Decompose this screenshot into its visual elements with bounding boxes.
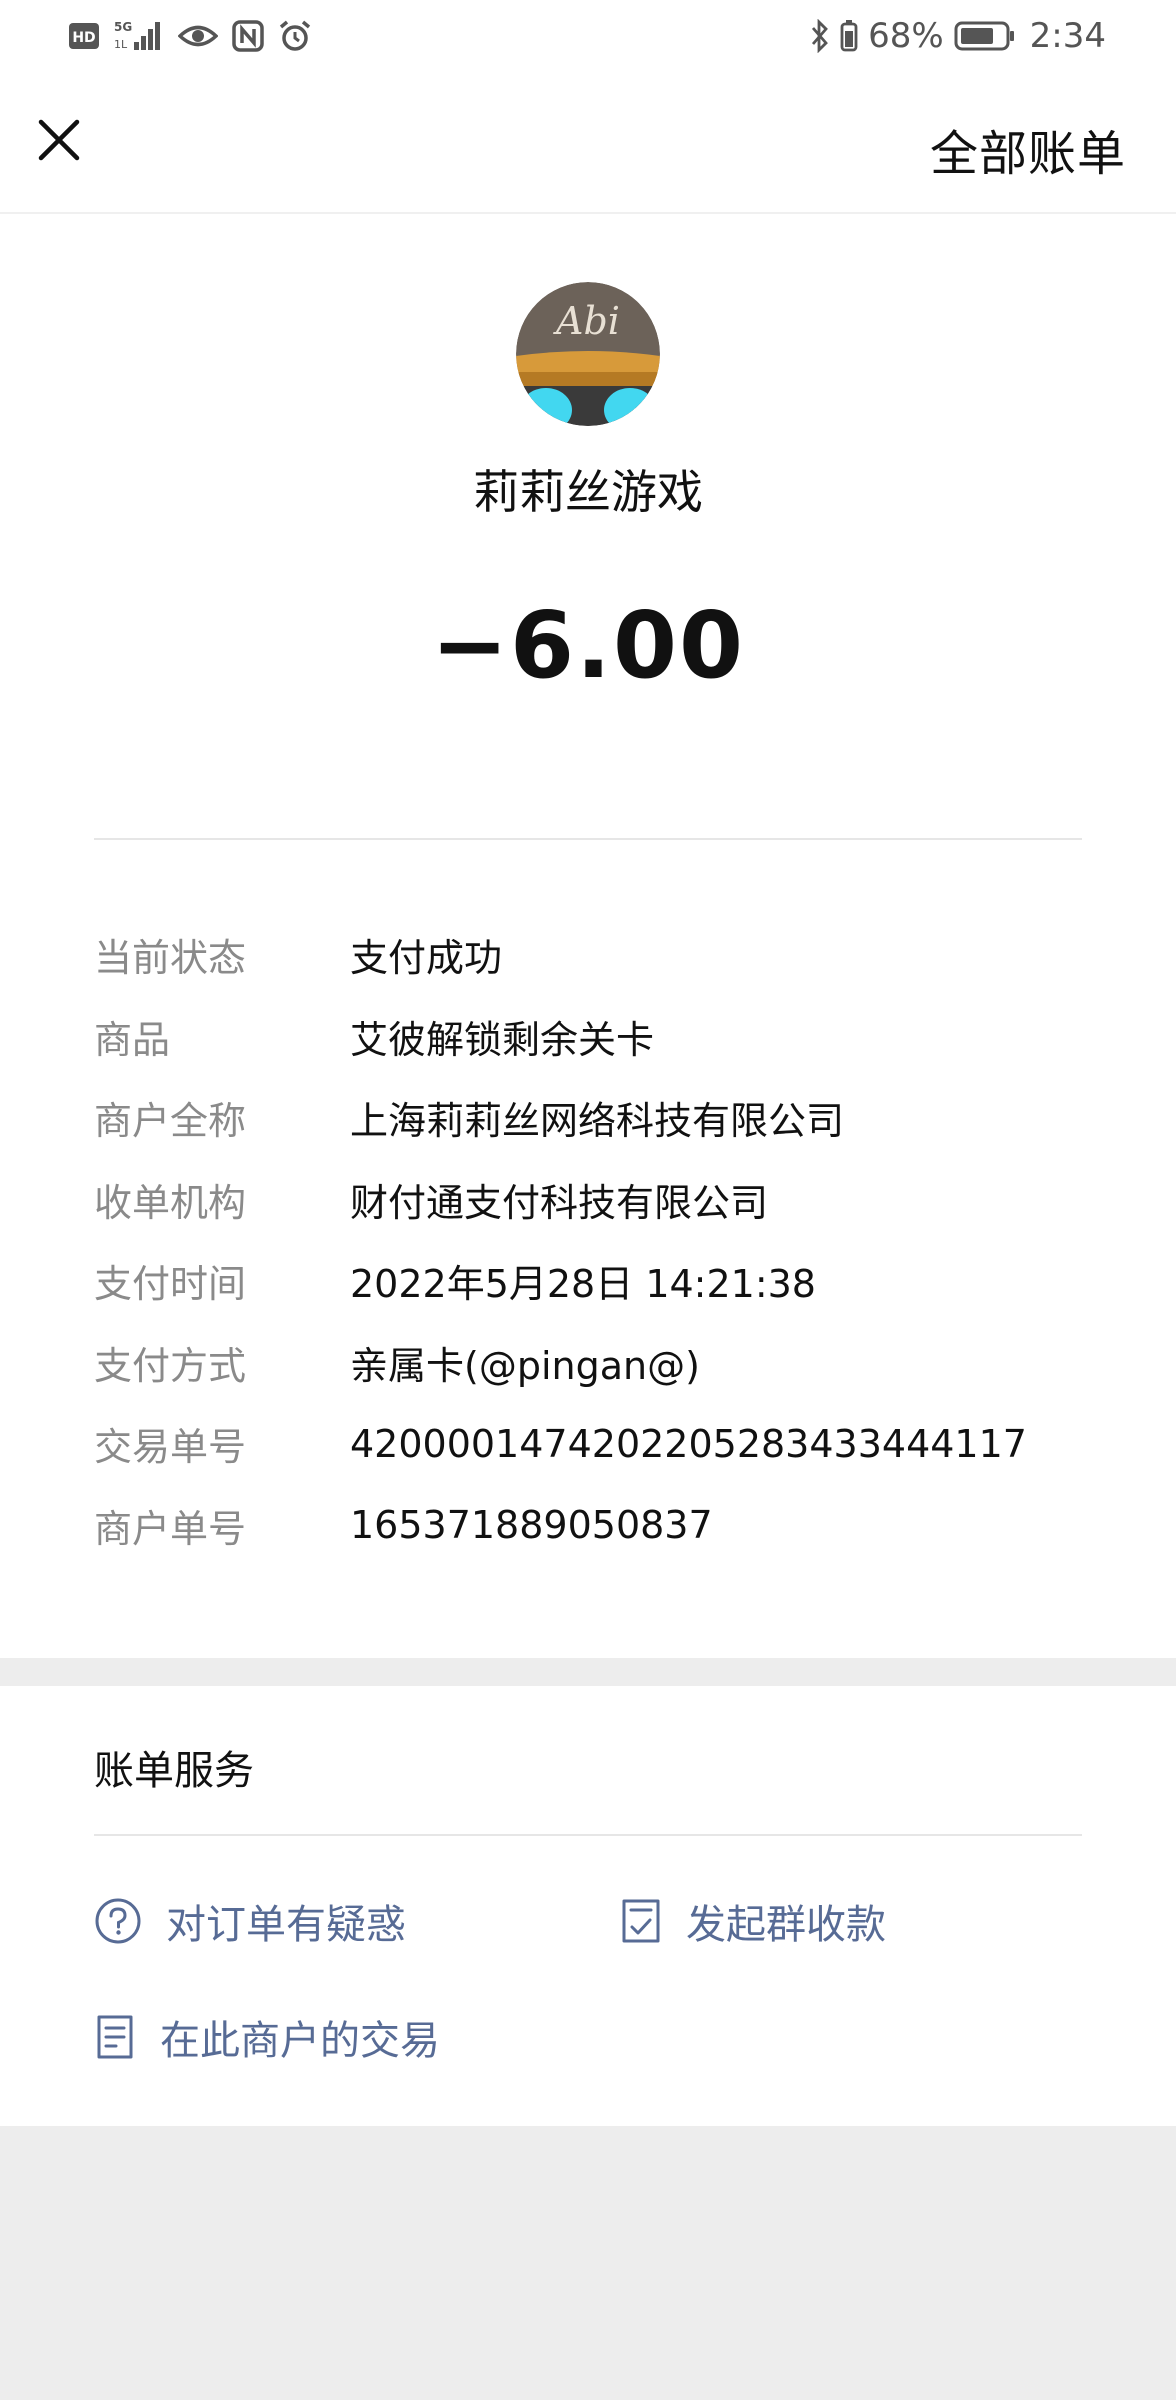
detail-row-payment-time: 支付时间 2022年5月28日 14:21:38 [94, 1240, 1094, 1322]
detail-value[interactable]: 4200001474202205283433444117 [350, 1422, 1027, 1466]
all-bills-link[interactable]: 全部账单 [930, 114, 1126, 184]
document-icon [97, 2015, 133, 2059]
detail-value: 上海莉莉丝网络科技有限公司 [350, 1099, 845, 1144]
svg-text:5G: 5G [114, 20, 132, 34]
status-left-icons: HD 5G 1L [68, 14, 312, 58]
question-circle-icon [95, 1898, 141, 1944]
detail-row-payment-method: 支付方式 亲属卡(@pingan@) [94, 1322, 1094, 1404]
clock-time: 2:34 [1029, 16, 1106, 56]
detail-key: 交易单号 [94, 1425, 247, 1470]
divider [94, 838, 1082, 840]
detail-row-transaction-id: 交易单号 4200001474202205283433444117 [94, 1403, 1094, 1485]
detail-row-acquirer: 收单机构 财付通支付科技有限公司 [94, 1159, 1094, 1241]
detail-value: 亲属卡(@pingan@) [350, 1343, 700, 1388]
battery-saver-icon [840, 19, 858, 53]
detail-value: 财付通支付科技有限公司 [350, 1180, 769, 1225]
order-question-label: 对订单有疑惑 [166, 1902, 406, 1948]
close-button[interactable] [32, 113, 86, 167]
detail-row-status: 当前状态 支付成功 [94, 914, 1094, 996]
group-collection-button[interactable]: 发起群收款 [620, 1892, 886, 1950]
detail-value: 2022年5月28日 14:21:38 [350, 1262, 816, 1307]
close-icon [38, 119, 80, 161]
detail-key: 商户全称 [94, 1099, 247, 1144]
detail-row-product: 商品 艾彼解锁剩余关卡 [94, 996, 1094, 1078]
svg-text:1L: 1L [114, 38, 128, 51]
divider [94, 1834, 1082, 1836]
detail-key: 商品 [94, 1017, 171, 1062]
bluetooth-icon [810, 19, 830, 53]
detail-value: 支付成功 [350, 936, 503, 981]
bill-services-title: 账单服务 [94, 1748, 254, 1794]
status-bar: HD 5G 1L 68% 2:34 [0, 0, 1176, 78]
status-right-icons: 68% 2:34 [810, 14, 1106, 58]
detail-row-merchant-order-id: 商户单号 165371889050837 [94, 1485, 1094, 1567]
detail-value[interactable]: 165371889050837 [350, 1503, 713, 1547]
merchant-name: 莉莉丝游戏 [473, 465, 703, 519]
merchant-transactions-label: 在此商户的交易 [160, 2018, 440, 2064]
signal-5g-icon: 5G 1L [114, 18, 164, 54]
detail-key: 支付方式 [94, 1343, 247, 1388]
detail-key: 支付时间 [94, 1262, 247, 1307]
detail-row-merchant-full-name: 商户全称 上海莉莉丝网络科技有限公司 [94, 1077, 1094, 1159]
detail-list: 当前状态 支付成功 商品 艾彼解锁剩余关卡 商户全称 上海莉莉丝网络科技有限公司… [94, 914, 1094, 1566]
detail-key: 收单机构 [94, 1180, 247, 1225]
group-collection-label: 发起群收款 [686, 1902, 886, 1948]
order-question-button[interactable]: 对订单有疑惑 [94, 1892, 406, 1950]
checklist-icon [622, 1899, 660, 1943]
top-nav-bar: 全部账单 [0, 78, 1176, 214]
avatar-logo-text: Abi [553, 299, 620, 343]
detail-key: 商户单号 [94, 1506, 247, 1551]
battery-percentage: 68% [868, 16, 944, 56]
transaction-detail-card: Abi 莉莉丝游戏 −6.00 当前状态 支付成功 商品 艾彼解锁剩余关卡 商户… [0, 214, 1176, 1658]
transaction-amount: −6.00 [430, 592, 746, 699]
merchant-transactions-button[interactable]: 在此商户的交易 [94, 2008, 440, 2066]
nfc-icon [232, 20, 264, 52]
alarm-icon [278, 19, 312, 53]
hd-icon: HD [68, 20, 100, 52]
svg-text:HD: HD [72, 30, 95, 46]
bill-services-card: 账单服务 对订单有疑惑 发起群收款 在此商户的交易 [0, 1686, 1176, 2126]
detail-value: 艾彼解锁剩余关卡 [350, 1017, 655, 1062]
detail-key: 当前状态 [94, 936, 247, 981]
eye-icon [178, 21, 218, 51]
battery-icon [954, 19, 1016, 53]
merchant-avatar: Abi [516, 282, 660, 426]
